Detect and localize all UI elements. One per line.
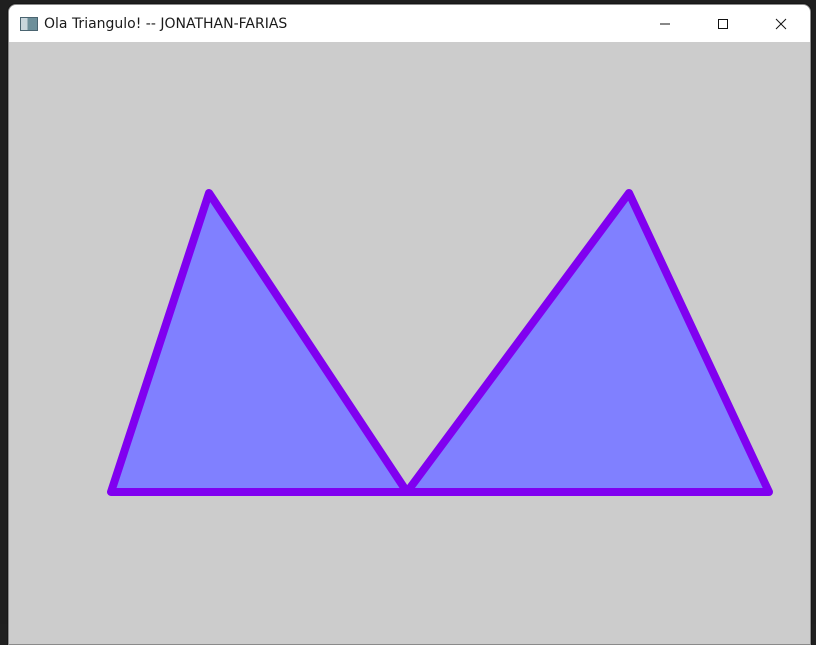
render-canvas <box>9 42 810 644</box>
window-title: Ola Triangulo! -- JONATHAN-FARIAS <box>44 15 288 32</box>
maximize-button[interactable] <box>694 5 752 42</box>
window-controls <box>636 5 810 42</box>
title-bar[interactable]: Ola Triangulo! -- JONATHAN-FARIAS <box>9 5 810 42</box>
close-icon <box>775 18 787 29</box>
window-app-icon[interactable] <box>20 16 38 31</box>
app-window: Ola Triangulo! -- JONATHAN-FARIAS <box>8 4 811 645</box>
minimize-button[interactable] <box>636 5 694 42</box>
maximize-icon <box>718 18 728 29</box>
minimize-icon <box>660 23 670 24</box>
triangle-scene <box>9 42 810 644</box>
close-button[interactable] <box>752 5 810 42</box>
